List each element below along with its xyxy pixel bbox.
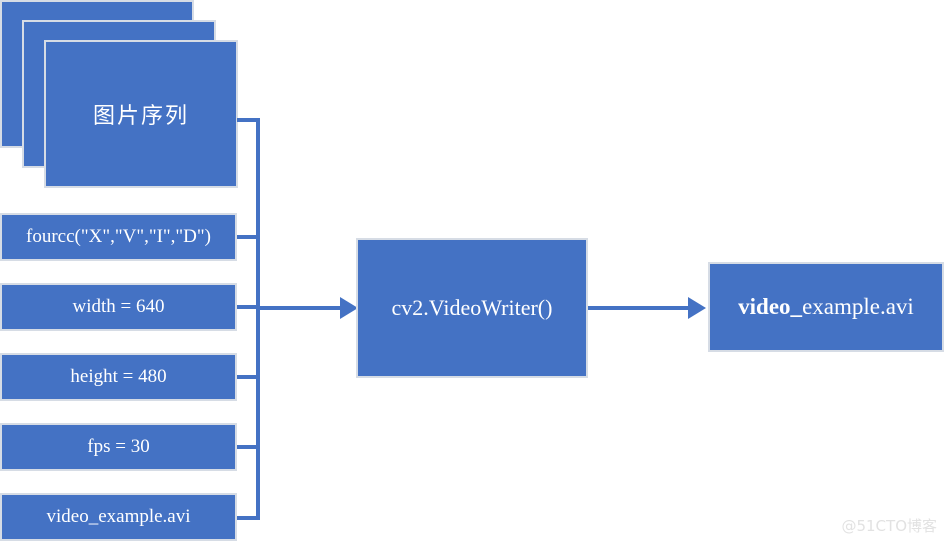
connector-stub-height	[237, 375, 258, 379]
arrow-process-to-output-shaft	[588, 306, 694, 310]
connector-stub-fps	[237, 445, 258, 449]
arrow-inputs-to-process-shaft	[258, 306, 350, 310]
connector-stub-image-stack	[237, 118, 258, 122]
parameter-box-fourcc[interactable]: fourcc("X","V","I","D")	[0, 213, 237, 261]
connector-stub-fourcc	[237, 235, 258, 239]
parameter-label: fourcc("X","V","I","D")	[26, 225, 211, 247]
process-box-videowriter[interactable]: cv2.VideoWriter()	[356, 238, 588, 378]
connector-stub-filename	[237, 516, 258, 520]
diagram-canvas: 图片序列 fourcc("X","V","I","D") width = 640…	[0, 0, 945, 544]
parameter-label: fps = 30	[87, 435, 150, 457]
image-stack-card-front[interactable]: 图片序列	[44, 40, 238, 188]
connector-stub-width	[237, 305, 258, 309]
parameter-box-width[interactable]: width = 640	[0, 283, 237, 331]
parameter-box-fps[interactable]: fps = 30	[0, 423, 237, 471]
output-label-suffix: example.avi	[802, 294, 914, 320]
process-label: cv2.VideoWriter()	[391, 294, 553, 320]
parameter-label: height = 480	[70, 365, 167, 387]
parameter-box-filename[interactable]: video_example.avi	[0, 493, 237, 541]
output-label-prefix: video_	[738, 294, 803, 320]
image-stack-label: 图片序列	[92, 104, 189, 129]
output-label: video_example.avi	[738, 294, 914, 319]
parameter-label: width = 640	[72, 295, 165, 317]
parameter-box-height[interactable]: height = 480	[0, 353, 237, 401]
arrow-process-to-output-head-icon	[688, 297, 706, 319]
connector-vertical-bus	[256, 118, 260, 520]
watermark: @51CTO博客	[841, 517, 937, 535]
parameter-label: video_example.avi	[46, 505, 191, 527]
output-box-video-file[interactable]: video_example.avi	[708, 262, 944, 352]
